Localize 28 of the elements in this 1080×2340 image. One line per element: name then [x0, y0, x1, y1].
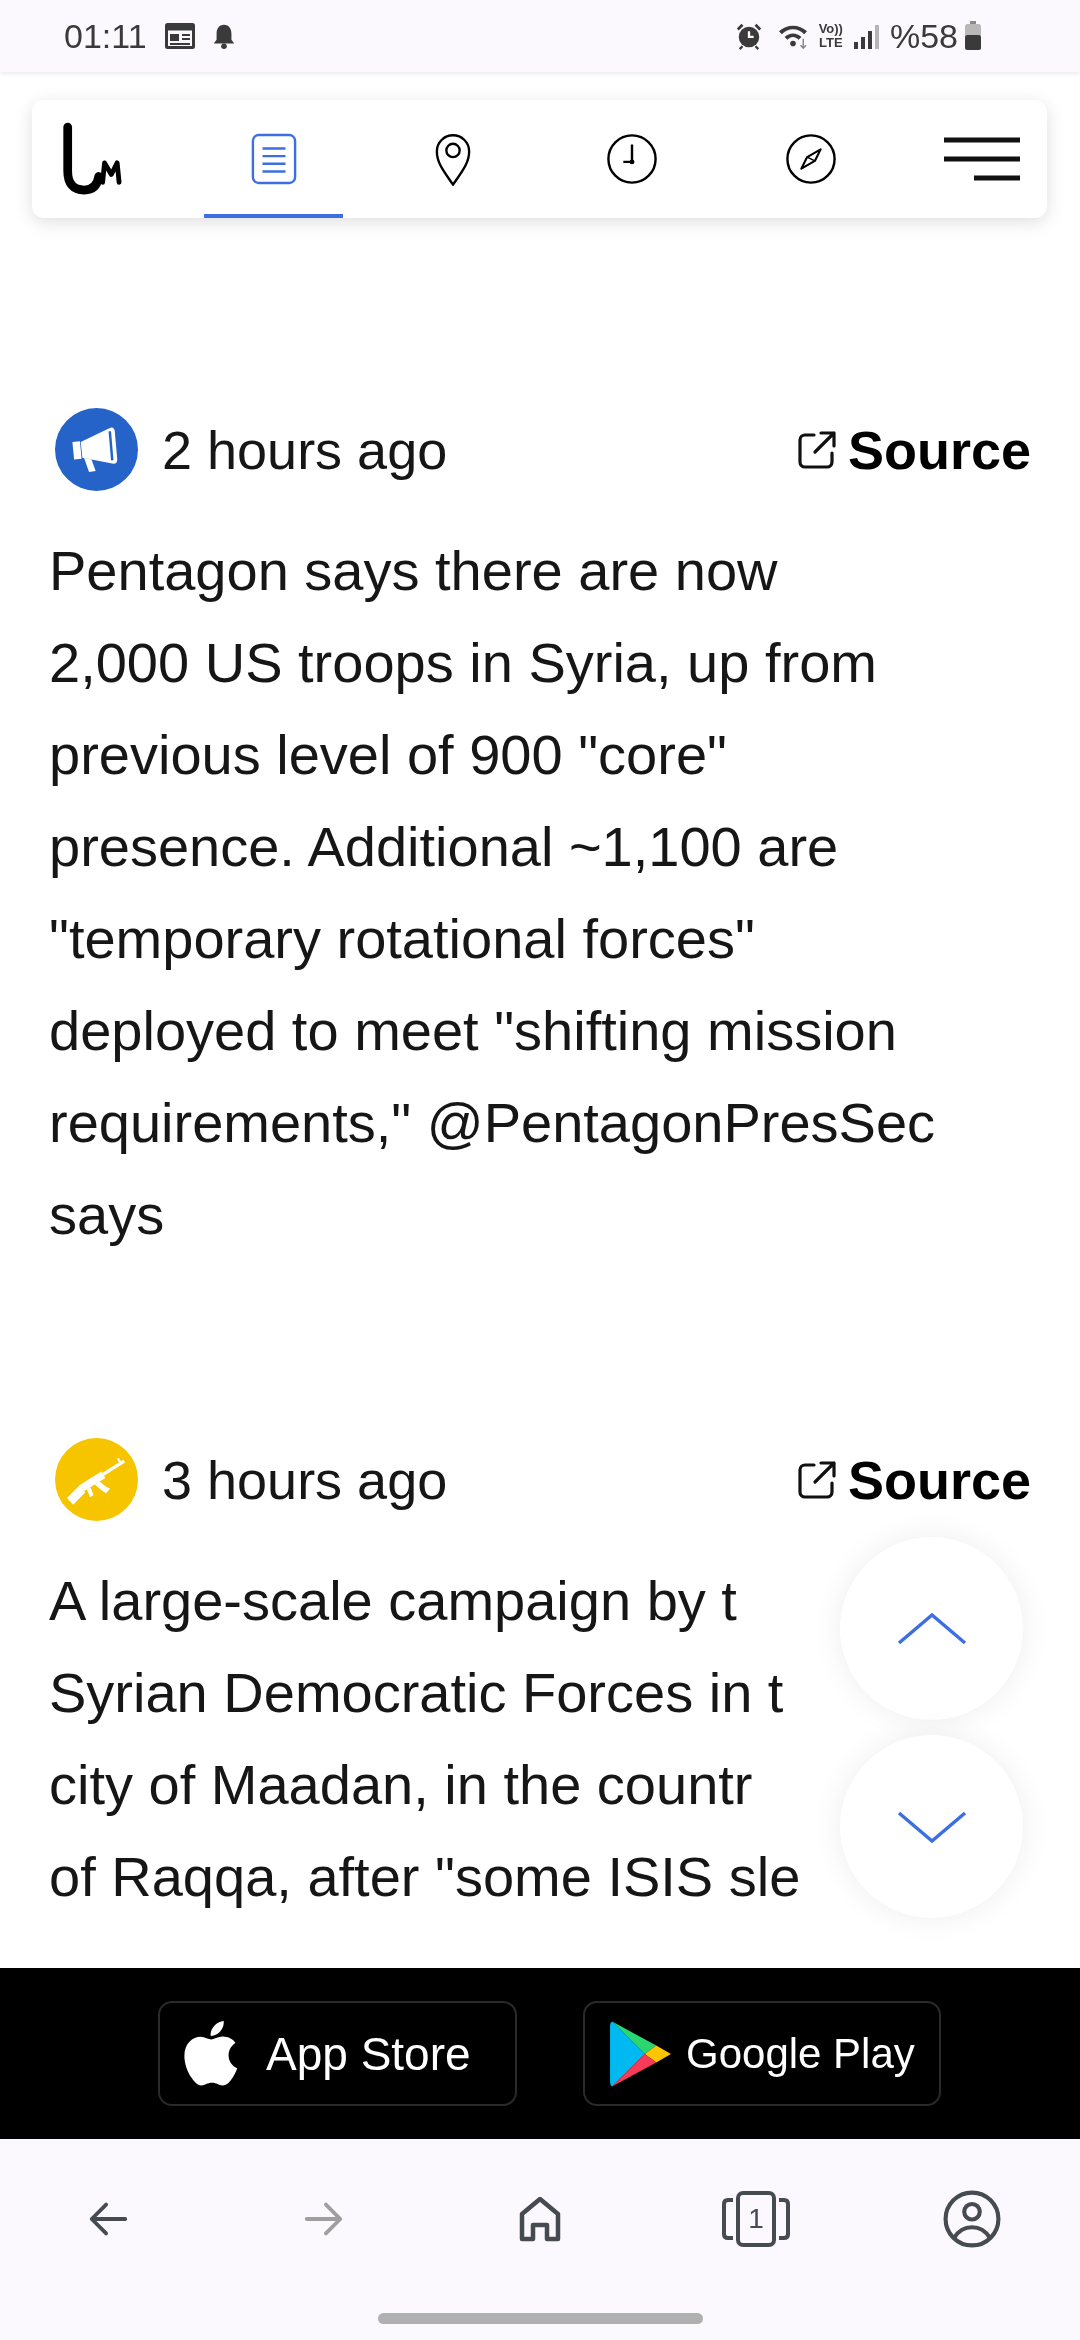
clock-icon	[605, 133, 658, 185]
list-icon	[250, 133, 297, 185]
source-link[interactable]: Source	[795, 422, 1031, 477]
alarm-icon	[734, 22, 763, 50]
chevron-up-icon	[895, 1611, 968, 1646]
status-time: 01:11	[64, 19, 147, 53]
menu-icon	[944, 137, 1020, 181]
compass-icon	[784, 133, 837, 185]
tab-count: 1	[748, 2205, 764, 2233]
tabs-button[interactable]: 1	[711, 2181, 801, 2257]
news-icon	[164, 23, 195, 49]
app-store-button[interactable]: App Store	[158, 2001, 517, 2106]
google-play-button[interactable]: Google Play	[583, 2001, 941, 2106]
chevron-down-icon	[895, 1809, 968, 1844]
battery-icon	[964, 21, 982, 51]
external-link-icon	[795, 428, 838, 471]
profile-icon	[943, 2190, 1001, 2248]
apple-logo-icon	[182, 2020, 240, 2087]
menu-button[interactable]	[944, 137, 1020, 181]
post-text: A large-scale campaign by t Syrian Democratic Forces in t city of Maadan, in the countr of Raqqa, after "some ISIS sle	[49, 1568, 801, 1910]
source-link[interactable]: Source	[795, 1452, 1031, 1507]
battery-percentage: %58	[889, 19, 958, 53]
tabs-icon	[721, 2191, 791, 2247]
signal-icon	[852, 22, 880, 50]
post-text: Pentagon says there are now 2,000 US troops in Syria, up from previous level of 900 "core" presence. Additional ~1,100 are "temporary rotational forces" deployed to meet "shifting mission requirements," @PentagonPresSec says	[49, 538, 936, 1248]
external-link-icon	[795, 1458, 838, 1501]
network-type-label: Vo)) LTE	[818, 22, 843, 50]
map-pin-icon	[433, 131, 472, 187]
